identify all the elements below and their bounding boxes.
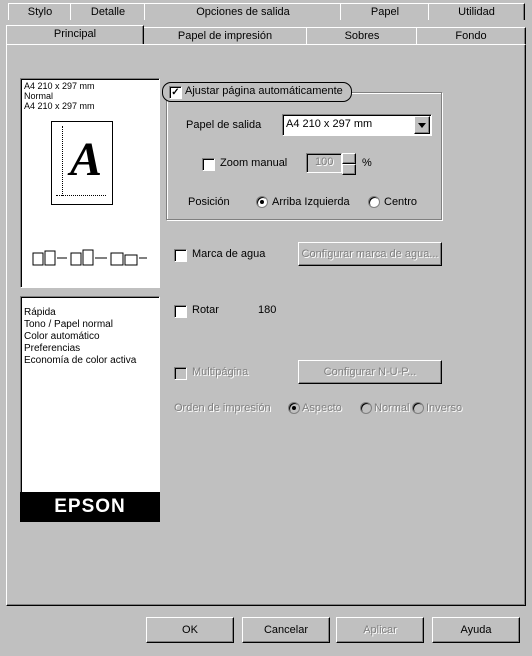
rotate-label: Rotar — [192, 304, 219, 316]
position-label: Posición — [188, 196, 230, 208]
tab-back-3[interactable]: Papel — [340, 3, 430, 20]
position-option-top-left: Arriba Izquierda — [272, 196, 350, 208]
dropdown-arrow-button[interactable] — [414, 116, 430, 134]
rotate-value: 180 — [258, 304, 277, 316]
zoom-input[interactable]: 100 — [306, 153, 342, 173]
output-paper-select[interactable]: A4 210 x 297 mm — [282, 114, 432, 136]
ok-button[interactable]: OK — [146, 617, 234, 643]
position-radio-center[interactable] — [368, 196, 380, 208]
zoom-label: Zoom manual — [220, 157, 288, 169]
list-item: Preferencias — [24, 343, 81, 354]
tab-back-0[interactable]: Stylo — [8, 3, 72, 20]
list-item: Economía de color activa — [24, 355, 137, 366]
arrow-vertical-icon — [62, 126, 63, 196]
zoom-unit: % — [362, 157, 372, 169]
tab-sobres[interactable]: Sobres — [306, 27, 418, 44]
list-item: Color automático — [24, 331, 100, 342]
epson-logo: EPSON — [20, 492, 160, 522]
position-option-center: Centro — [384, 196, 418, 208]
tab-principal[interactable]: Principal — [6, 25, 144, 44]
zoom-checkbox[interactable] — [202, 158, 215, 171]
preview-letter: A — [70, 133, 103, 186]
order-option-inverse: Inverso — [426, 402, 463, 414]
zoom-value: 100 — [315, 156, 334, 168]
arrow-horizontal-icon — [56, 195, 106, 196]
list-item: Tono / Papel normal — [24, 319, 113, 330]
watermark-settings-button[interactable]: Configurar marca de agua... — [298, 242, 442, 266]
multipage-label: Multipágina — [192, 366, 249, 378]
tab-papel-impresion[interactable]: Papel de impresión — [142, 27, 308, 44]
fit-to-page-label: Ajustar página automáticamente — [185, 85, 343, 97]
zoom-spinner[interactable] — [342, 153, 356, 175]
list-item: Rápida — [24, 307, 56, 318]
print-order-label: Orden de impresión — [174, 402, 271, 414]
apply-button[interactable]: Aplicar — [336, 617, 424, 643]
summary-preview: A4 210 x 297 mm Normal A4 210 x 297 mm A — [20, 78, 160, 288]
order-radio-normal[interactable] — [360, 402, 372, 414]
position-radio-top-left[interactable] — [256, 196, 268, 208]
rotate-checkbox[interactable] — [174, 305, 187, 318]
page-preview: A — [51, 121, 113, 205]
order-radio-inverse[interactable] — [412, 402, 424, 414]
settings-summary-list: Rápida Tono / Papel normal Color automát… — [20, 296, 160, 494]
order-option-normal: Normal — [374, 402, 410, 414]
spin-up-icon[interactable] — [342, 153, 356, 164]
watermark-checkbox[interactable] — [174, 249, 187, 262]
order-radio-aspect[interactable] — [288, 402, 300, 414]
watermark-label: Marca de agua — [192, 248, 266, 260]
fit-to-page-checkbox[interactable]: ✓ — [169, 86, 182, 99]
summary-line-3: A4 210 x 297 mm — [24, 101, 95, 111]
help-button[interactable]: Ayuda — [432, 617, 520, 643]
tab-back-2[interactable]: Opciones de salida — [144, 3, 342, 20]
cancel-button[interactable]: Cancelar — [242, 617, 330, 643]
layout-icons — [32, 249, 147, 266]
tab-back-1[interactable]: Detalle — [70, 3, 146, 20]
output-paper-value: A4 210 x 297 mm — [286, 118, 373, 130]
output-paper-label: Papel de salida — [186, 119, 262, 131]
nup-settings-button[interactable]: Configurar N-U-P... — [298, 360, 442, 384]
fit-to-page-option[interactable]: ✓ Ajustar página automáticamente — [162, 82, 352, 102]
order-option-aspect: Aspecto — [302, 402, 342, 414]
multipage-checkbox[interactable] — [174, 367, 187, 380]
tab-fondo[interactable]: Fondo — [416, 27, 526, 44]
tab-back-4[interactable]: Utilidad — [428, 3, 525, 20]
spin-down-icon[interactable] — [342, 164, 356, 175]
chevron-down-icon — [418, 123, 426, 128]
